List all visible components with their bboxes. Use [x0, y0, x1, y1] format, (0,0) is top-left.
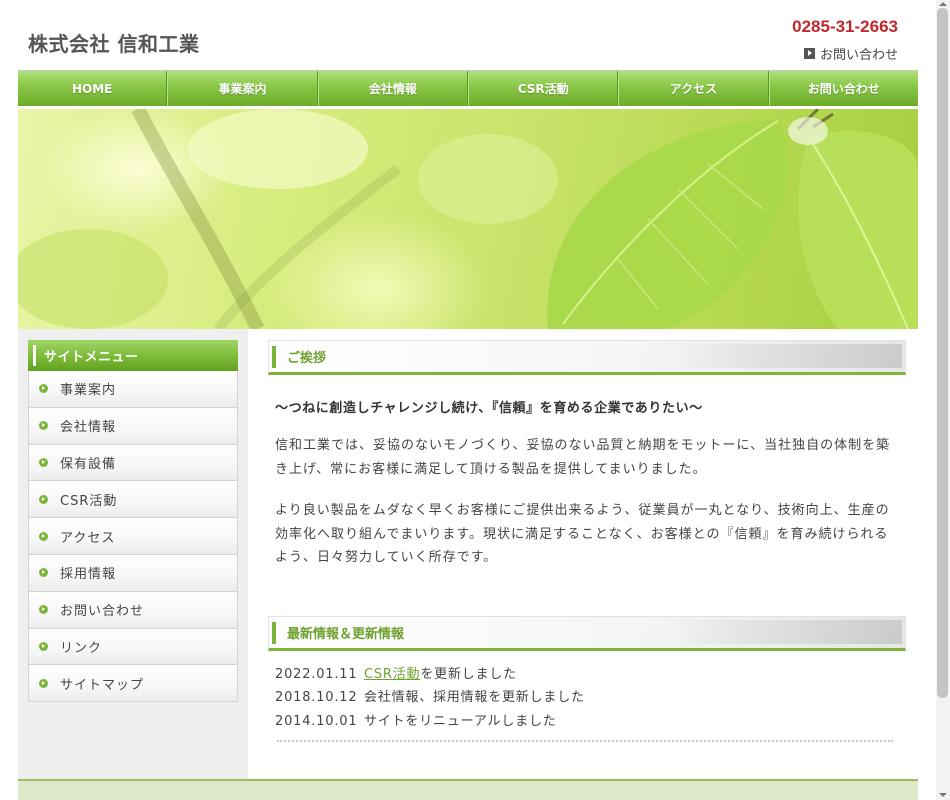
list-item: 2018.10.12 会社情報、採用情報を更新しました [275, 686, 906, 710]
news-date: 2022.01.11 [275, 666, 358, 682]
sidebar-item-label: 保有設備 [60, 456, 117, 472]
circle-arrow-icon [39, 531, 48, 541]
sidebar-item-business[interactable]: 事業案内 [28, 371, 238, 408]
heading-stripe [672, 619, 902, 644]
sidebar-item-recruit[interactable]: 採用情報 [28, 554, 238, 592]
header-contact-label: お問い合わせ [819, 48, 898, 63]
scroll-down-arrow-icon[interactable] [939, 793, 947, 797]
scrollbar-thumb[interactable] [937, 8, 948, 698]
news-link-csr[interactable]: CSR活動 [364, 667, 420, 682]
sidebar-item-label: 会社情報 [60, 420, 117, 436]
sidebar-item-label: 事業案内 [60, 383, 117, 399]
list-item: 2014.10.01 サイトをリニューアルしました [275, 710, 906, 734]
sidebar-item-label: リンク [60, 640, 103, 656]
sidebar-item-label: 採用情報 [60, 567, 117, 583]
news-heading: 最新情報＆更新情報 [268, 615, 906, 651]
sidebar-item-label: お問い合わせ [60, 604, 145, 620]
arrow-box-icon [803, 48, 815, 59]
leaves-illustration [18, 109, 918, 329]
circle-arrow-icon [39, 421, 48, 431]
greeting-heading: ご挨拶 [268, 340, 906, 375]
news-list: 2022.01.11 CSR活動を更新しました 2018.10.12 会社情報、… [268, 663, 906, 734]
sidebar-item-label: CSR活動 [60, 493, 118, 509]
sidebar-item-access[interactable]: アクセス [28, 518, 238, 555]
news-text: サイトをリニューアルしました [364, 713, 557, 729]
sidebar-item-equipment[interactable]: 保有設備 [28, 444, 238, 482]
footer [18, 779, 918, 800]
greeting-heading-text: ご挨拶 [287, 351, 327, 366]
circle-arrow-icon [39, 568, 48, 578]
greeting-paragraph-1: 信和工業では、妥協のないモノづくり、妥協のない品質と納期をモットーに、当社独自の… [275, 438, 891, 477]
news-date: 2014.10.01 [275, 713, 358, 729]
scroll-up-arrow-icon[interactable] [939, 2, 947, 6]
list-item: 2022.01.11 CSR活動を更新しました [275, 663, 906, 687]
sidebar-item-company[interactable]: 会社情報 [28, 407, 238, 445]
sidebar-item-label: アクセス [60, 530, 116, 546]
phone-number: 0285-31-2663 [792, 17, 898, 36]
nav-item-access[interactable]: アクセス [618, 71, 769, 106]
sidebar-item-sitemap[interactable]: サイトマップ [28, 665, 238, 703]
global-nav: HOME 事業案内 会社情報 CSR活動 アクセス お問い合わせ [18, 70, 918, 106]
greeting-lead: 〜つねに創造しチャレンジし続け、『信頼』を育める企業でありたい〜 [275, 401, 703, 416]
news-text: を更新しました [420, 666, 517, 682]
circle-arrow-icon [39, 641, 48, 651]
page: 株式会社 信和工業 0285-31-2663 お問い合わせ HOME 事業案内 … [18, 0, 918, 800]
sidebar-item-csr[interactable]: CSR活動 [28, 481, 238, 519]
dotted-divider [277, 740, 893, 742]
news-text: 会社情報、採用情報を更新しました [364, 690, 585, 705]
header-contact-link[interactable]: お問い合わせ [803, 44, 898, 63]
site-title[interactable]: 株式会社 信和工業 [28, 28, 199, 57]
nav-item-business[interactable]: 事業案内 [167, 71, 318, 106]
circle-arrow-icon [39, 678, 48, 688]
sidebar-item-links[interactable]: リンク [28, 628, 238, 666]
greeting-paragraph-2: より良い製品をムダなく早くお客様にご提供出来るよう、従業員が一丸となり、技術向上… [275, 503, 890, 565]
nav-item-csr[interactable]: CSR活動 [467, 71, 619, 106]
circle-arrow-icon [39, 384, 48, 394]
sidebar-item-label: サイトマップ [60, 677, 145, 693]
nav-item-home[interactable]: HOME [18, 71, 168, 106]
side-menu: サイトメニュー 事業案内 会社情報 保有設備 CSR活動 アクセス 採用情報 お… [28, 340, 238, 703]
news-date: 2018.10.12 [275, 690, 358, 705]
main-content: ご挨拶 〜つねに創造しチャレンジし続け、『信頼』を育める企業でありたい〜 信和工… [268, 340, 906, 742]
nav-item-company[interactable]: 会社情報 [317, 71, 468, 106]
side-menu-title: サイトメニュー [28, 340, 238, 371]
circle-arrow-icon [39, 494, 48, 504]
news-heading-text: 最新情報＆更新情報 [287, 626, 405, 642]
sidebar-item-contact[interactable]: お問い合わせ [28, 591, 238, 629]
circle-arrow-icon [39, 605, 48, 615]
nav-item-contact[interactable]: お問い合わせ [768, 71, 918, 106]
hero-image [18, 109, 918, 329]
circle-arrow-icon [39, 457, 48, 467]
heading-stripe [672, 344, 902, 368]
site-header: 株式会社 信和工業 0285-31-2663 お問い合わせ [18, 0, 918, 70]
